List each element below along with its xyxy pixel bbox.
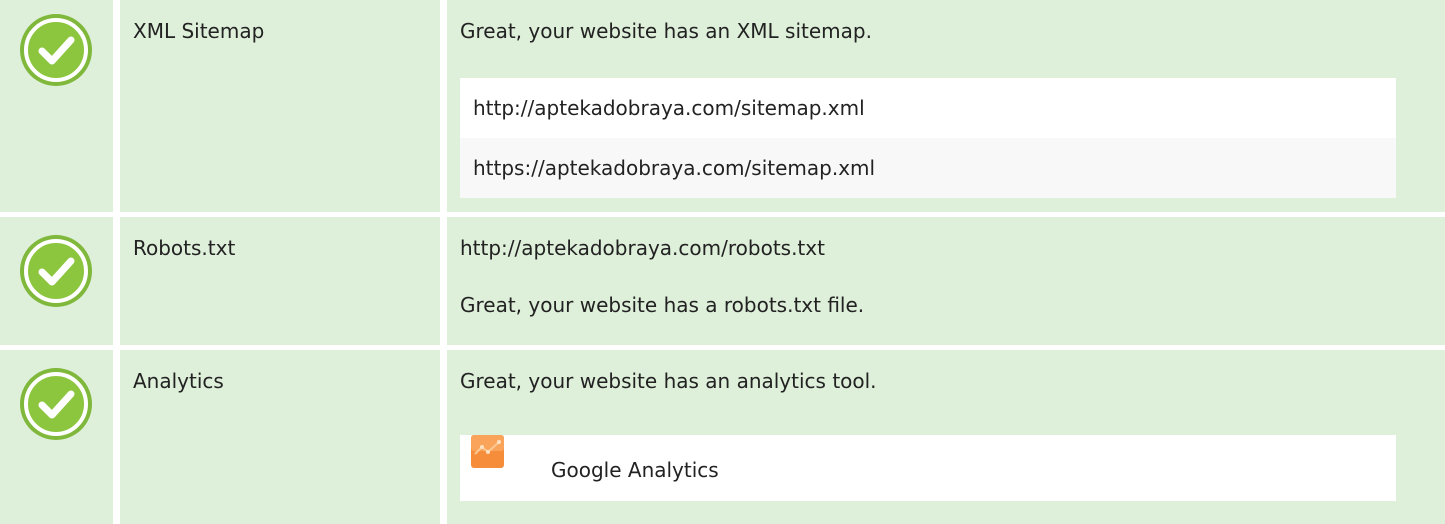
result-message: Great, your website has an analytics too… xyxy=(460,369,877,393)
audit-row-analytics: Analytics Great, your website has an ana… xyxy=(0,350,1445,524)
result-cell: http://aptekadobraya.com/robots.txt Grea… xyxy=(447,217,1445,345)
check-name: XML Sitemap xyxy=(133,19,265,43)
check-circle-icon xyxy=(20,14,92,86)
check-circle-icon xyxy=(20,235,92,307)
status-cell xyxy=(0,350,113,524)
sitemap-url-item: https://aptekadobraya.com/sitemap.xml xyxy=(460,138,1396,198)
check-circle-icon xyxy=(20,368,92,440)
check-name-cell: Analytics xyxy=(120,350,440,524)
analytics-tool-label: Google Analytics xyxy=(551,458,719,482)
analytics-tool-item: Google Analytics xyxy=(460,435,1396,501)
audit-row-robots-txt: Robots.txt http://aptekadobraya.com/robo… xyxy=(0,217,1445,345)
sitemap-url-item: http://aptekadobraya.com/sitemap.xml xyxy=(460,78,1396,138)
result-message: Great, your website has a robots.txt fil… xyxy=(460,293,865,317)
check-name: Robots.txt xyxy=(133,236,236,260)
check-name-cell: XML Sitemap xyxy=(120,0,440,212)
result-cell: Great, your website has an XML sitemap. … xyxy=(447,0,1445,212)
audit-row-xml-sitemap: XML Sitemap Great, your website has an X… xyxy=(0,0,1445,212)
result-message: Great, your website has an XML sitemap. xyxy=(460,19,872,43)
google-analytics-icon xyxy=(471,435,504,468)
status-cell xyxy=(0,0,113,212)
sitemap-url: http://aptekadobraya.com/sitemap.xml xyxy=(473,96,865,120)
sitemap-url: https://aptekadobraya.com/sitemap.xml xyxy=(473,156,876,180)
status-cell xyxy=(0,217,113,345)
robots-url: http://aptekadobraya.com/robots.txt xyxy=(460,236,825,260)
result-cell: Great, your website has an analytics too… xyxy=(447,350,1445,524)
check-name-cell: Robots.txt xyxy=(120,217,440,345)
check-name: Analytics xyxy=(133,369,224,393)
